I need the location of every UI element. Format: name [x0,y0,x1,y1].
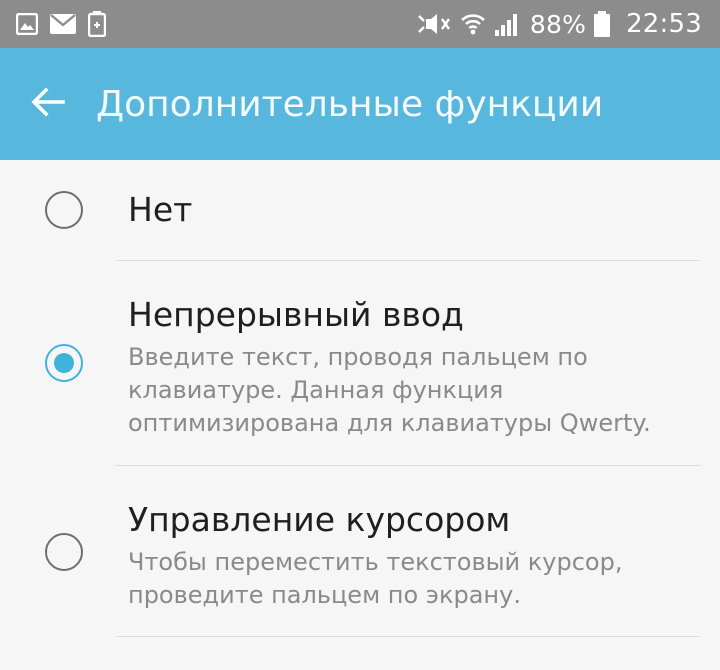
page-title: Дополнительные функции [96,83,604,125]
battery-percentage: 88% [529,9,587,39]
option-continuous-input[interactable]: Непрерывный ввод Введите текст, проводя … [0,261,720,465]
option-title: Управление курсором [128,500,511,539]
battery-saver-icon [88,11,106,37]
status-right-icons: 88% 22:53 [416,9,702,39]
option-none[interactable]: Нет [0,160,720,260]
radio-button-cursor-control[interactable] [45,533,83,571]
option-text: Нет [128,190,192,230]
status-left-icons [16,11,106,37]
arrow-back-icon [31,87,65,121]
option-title: Непрерывный ввод [128,295,464,334]
option-text: Управление курсором Чтобы переместить те… [128,466,668,636]
option-description: Введите текст, проводя пальцем по клавиа… [128,343,651,437]
options-list: Нет Непрерывный ввод Введите текст, пров… [0,160,720,637]
option-title: Нет [128,190,193,229]
back-button[interactable] [0,48,96,160]
divider [116,636,700,637]
mute-icon [416,11,452,37]
option-description: Чтобы переместить текстовый курсор, пров… [128,548,623,609]
radio-button-none[interactable] [45,191,83,229]
signal-icon [494,12,520,36]
image-icon [16,13,38,35]
app-bar: Дополнительные функции [0,48,720,160]
radio-button-continuous-input[interactable] [45,344,83,382]
status-bar: 88% 22:53 [0,0,720,48]
option-cursor-control[interactable]: Управление курсором Чтобы переместить те… [0,466,720,636]
battery-icon [594,11,611,37]
wifi-icon [460,11,486,37]
option-text: Непрерывный ввод Введите текст, проводя … [128,261,673,465]
clock: 22:53 [626,9,702,39]
mail-icon [50,14,76,34]
